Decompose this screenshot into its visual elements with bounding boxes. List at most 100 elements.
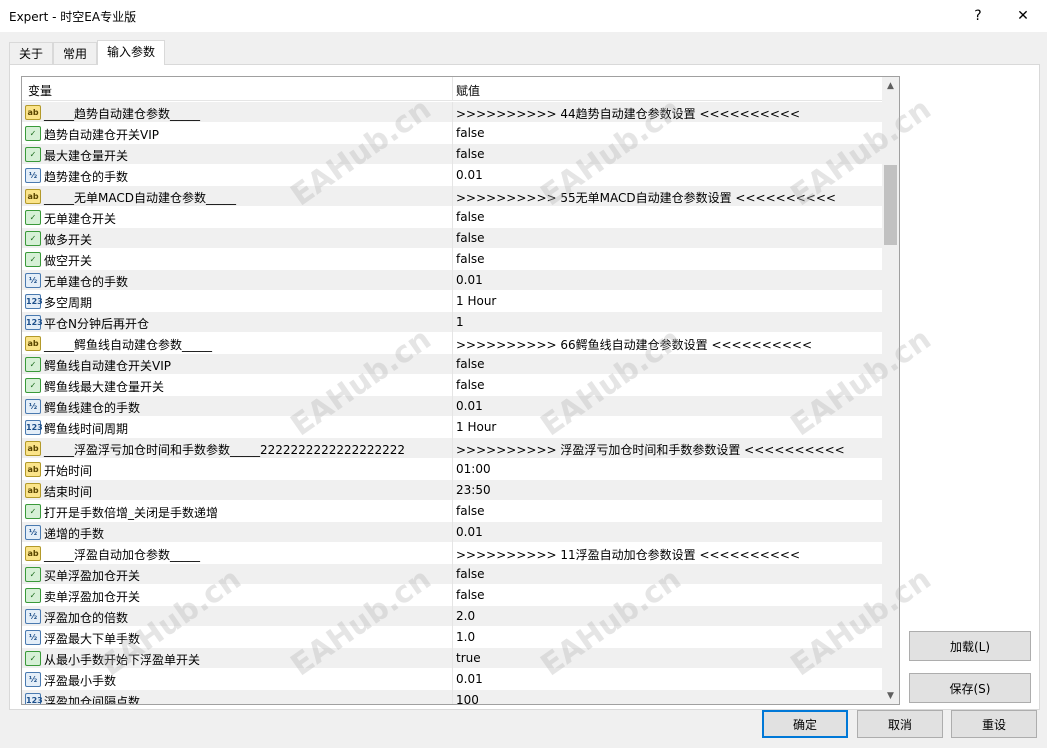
parameter-name: 递增的手数 [44, 527, 105, 541]
parameter-row[interactable]: ½ 趋势建仓的手数 0.01 [22, 165, 883, 186]
parameter-value[interactable]: 0.01 [456, 168, 483, 182]
parameter-value[interactable]: 100 [456, 693, 479, 704]
parameter-name: 结束时间 [44, 485, 93, 499]
parameter-row[interactable]: ✓ 打开是手数倍增_关闭是手数递增 false [22, 501, 883, 522]
parameter-row[interactable]: ½ 浮盈加仓的倍数 2.0 [22, 606, 883, 627]
int-type-icon: 123 [25, 693, 43, 704]
parameter-row[interactable]: ½ 无单建仓的手数 0.01 [22, 270, 883, 291]
parameter-value[interactable]: true [456, 651, 481, 665]
parameter-row[interactable]: 123 多空周期 1 Hour [22, 291, 883, 312]
parameter-name: 卖单浮盈加仓开关 [44, 590, 141, 604]
parameter-row[interactable]: ✓ 卖单浮盈加仓开关 false [22, 585, 883, 606]
close-button[interactable]: ✕ [1000, 0, 1046, 32]
parameter-row[interactable]: ✓ 做多开关 false [22, 228, 883, 249]
string-type-icon: ab [25, 483, 41, 498]
parameter-row[interactable]: ½ 浮盈最大下单手数 1.0 [22, 627, 883, 648]
parameter-name: 浮盈加仓间隔点数 [44, 695, 141, 705]
parameter-value[interactable]: 1 Hour [456, 420, 496, 434]
parameter-value[interactable]: 0.01 [456, 525, 483, 539]
parameter-name: 浮盈加仓的倍数 [44, 611, 129, 625]
parameter-value[interactable]: false [456, 567, 485, 581]
column-header-value[interactable]: 赋值 [456, 82, 480, 99]
parameter-name: 从最小手数开始下浮盈单开关 [44, 653, 201, 667]
parameter-row[interactable]: ab 结束时间 23:50 [22, 480, 883, 501]
parameter-value[interactable]: >>>>>>>>>> 11浮盈自动加仓参数设置 <<<<<<<<<< [456, 546, 800, 563]
parameter-row[interactable]: ab _____浮盈浮亏加仓时间和手数参数_____222222222222222… [22, 438, 883, 459]
double-type-icon: ½ [25, 525, 41, 540]
parameter-name: _____无单MACD自动建仓参数_____ [44, 191, 236, 205]
parameter-name: 鳄鱼线自动建仓开关VIP [44, 359, 171, 373]
string-type-icon: ab [25, 546, 41, 561]
parameter-row[interactable]: 123 浮盈加仓间隔点数 100 [22, 690, 883, 705]
vertical-scrollbar[interactable]: ▲ ▼ [882, 77, 899, 704]
tab-inputs[interactable]: 输入参数 [97, 40, 166, 65]
parameter-value[interactable]: >>>>>>>>>> 浮盈浮亏加仓时间和手数参数设置 <<<<<<<<<< [456, 441, 845, 458]
ok-button[interactable]: 确定 [762, 710, 848, 738]
help-button[interactable]: ? [955, 0, 1001, 32]
parameter-value[interactable]: 0.01 [456, 399, 483, 413]
parameter-value[interactable]: 2.0 [456, 609, 475, 623]
parameter-name: _____鳄鱼线自动建仓参数_____ [44, 338, 213, 352]
parameters-grid: 变量 赋值 ab _____趋势自动建仓参数_____ >>>>>>>>>> 44趋… [21, 76, 900, 705]
double-type-icon: ½ [25, 168, 41, 183]
parameter-value[interactable]: >>>>>>>>>> 44趋势自动建仓参数设置 <<<<<<<<<< [456, 105, 800, 122]
parameter-name: 打开是手数倍增_关闭是手数递增 [44, 506, 219, 520]
parameter-name: 做空开关 [44, 254, 93, 268]
tab-common[interactable]: 常用 [53, 42, 98, 65]
parameter-value[interactable]: false [456, 357, 485, 371]
parameter-row[interactable]: 123 平仓N分钟后再开仓 1 [22, 312, 883, 333]
parameter-value[interactable]: >>>>>>>>>> 55无单MACD自动建仓参数设置 <<<<<<<<<< [456, 189, 836, 206]
scrollbar-thumb[interactable] [884, 165, 897, 245]
parameter-value[interactable]: false [456, 378, 485, 392]
parameter-row[interactable]: ✓ 最大建仓量开关 false [22, 144, 883, 165]
parameter-value[interactable]: 01:00 [456, 462, 491, 476]
parameter-value[interactable]: false [456, 126, 485, 140]
parameter-row[interactable]: ✓ 鳄鱼线最大建仓量开关 false [22, 375, 883, 396]
parameter-row[interactable]: ½ 鳄鱼线建仓的手数 0.01 [22, 396, 883, 417]
parameter-name: _____趋势自动建仓参数_____ [44, 107, 201, 121]
parameter-row[interactable]: ½ 递增的手数 0.01 [22, 522, 883, 543]
parameter-row[interactable]: ab _____鳄鱼线自动建仓参数_____ >>>>>>>>>> 66鳄鱼线自动建… [22, 333, 883, 354]
scroll-up-icon[interactable]: ▲ [882, 77, 899, 94]
parameter-row[interactable]: 123 鳄鱼线时间周期 1 Hour [22, 417, 883, 438]
cancel-button[interactable]: 取消 [857, 710, 943, 738]
parameter-row[interactable]: ab _____无单MACD自动建仓参数_____ >>>>>>>>>> 55无单M… [22, 186, 883, 207]
parameter-row[interactable]: ✓ 买单浮盈加仓开关 false [22, 564, 883, 585]
parameter-value[interactable]: 0.01 [456, 672, 483, 686]
parameter-row[interactable]: ✓ 趋势自动建仓开关VIP false [22, 123, 883, 144]
parameter-value[interactable]: false [456, 231, 485, 245]
string-type-icon: ab [25, 336, 41, 351]
parameter-value[interactable]: false [456, 588, 485, 602]
string-type-icon: ab [25, 189, 41, 204]
parameter-value[interactable]: 1 [456, 315, 464, 329]
scroll-down-icon[interactable]: ▼ [882, 687, 899, 704]
parameter-name: 平仓N分钟后再开仓 [44, 317, 149, 331]
parameter-name: 最大建仓量开关 [44, 149, 129, 163]
parameter-row[interactable]: ✓ 无单建仓开关 false [22, 207, 883, 228]
parameter-row[interactable]: ✓ 鳄鱼线自动建仓开关VIP false [22, 354, 883, 375]
parameter-row[interactable]: ab _____浮盈自动加仓参数_____ >>>>>>>>>> 11浮盈自动加仓参… [22, 543, 883, 564]
parameter-value[interactable]: 0.01 [456, 273, 483, 287]
save-button[interactable]: 保存(S) [909, 673, 1031, 703]
parameter-row[interactable]: ½ 浮盈最小手数 0.01 [22, 669, 883, 690]
parameter-rows: ab _____趋势自动建仓参数_____ >>>>>>>>>> 44趋势自动建仓参… [22, 102, 883, 705]
parameter-row[interactable]: ab _____趋势自动建仓参数_____ >>>>>>>>>> 44趋势自动建仓参… [22, 102, 883, 123]
parameter-value[interactable]: 1.0 [456, 630, 475, 644]
parameter-value[interactable]: false [456, 210, 485, 224]
load-button[interactable]: 加载(L) [909, 631, 1031, 661]
parameter-value[interactable]: false [456, 252, 485, 266]
parameter-value[interactable]: 23:50 [456, 483, 491, 497]
column-header-variable[interactable]: 变量 [28, 82, 52, 99]
parameter-value[interactable]: >>>>>>>>>> 66鳄鱼线自动建仓参数设置 <<<<<<<<<< [456, 336, 812, 353]
parameter-value[interactable]: 1 Hour [456, 294, 496, 308]
tab-strip: 关于 常用 输入参数 [9, 40, 166, 65]
parameter-row[interactable]: ab 开始时间 01:00 [22, 459, 883, 480]
tab-about[interactable]: 关于 [9, 42, 54, 65]
parameter-value[interactable]: false [456, 504, 485, 518]
parameter-value[interactable]: false [456, 147, 485, 161]
reset-button[interactable]: 重设 [951, 710, 1037, 738]
parameter-row[interactable]: ✓ 从最小手数开始下浮盈单开关 true [22, 648, 883, 669]
parameter-row[interactable]: ✓ 做空开关 false [22, 249, 883, 270]
grid-header: 变量 赋值 [22, 77, 883, 101]
parameter-name: 做多开关 [44, 233, 93, 247]
